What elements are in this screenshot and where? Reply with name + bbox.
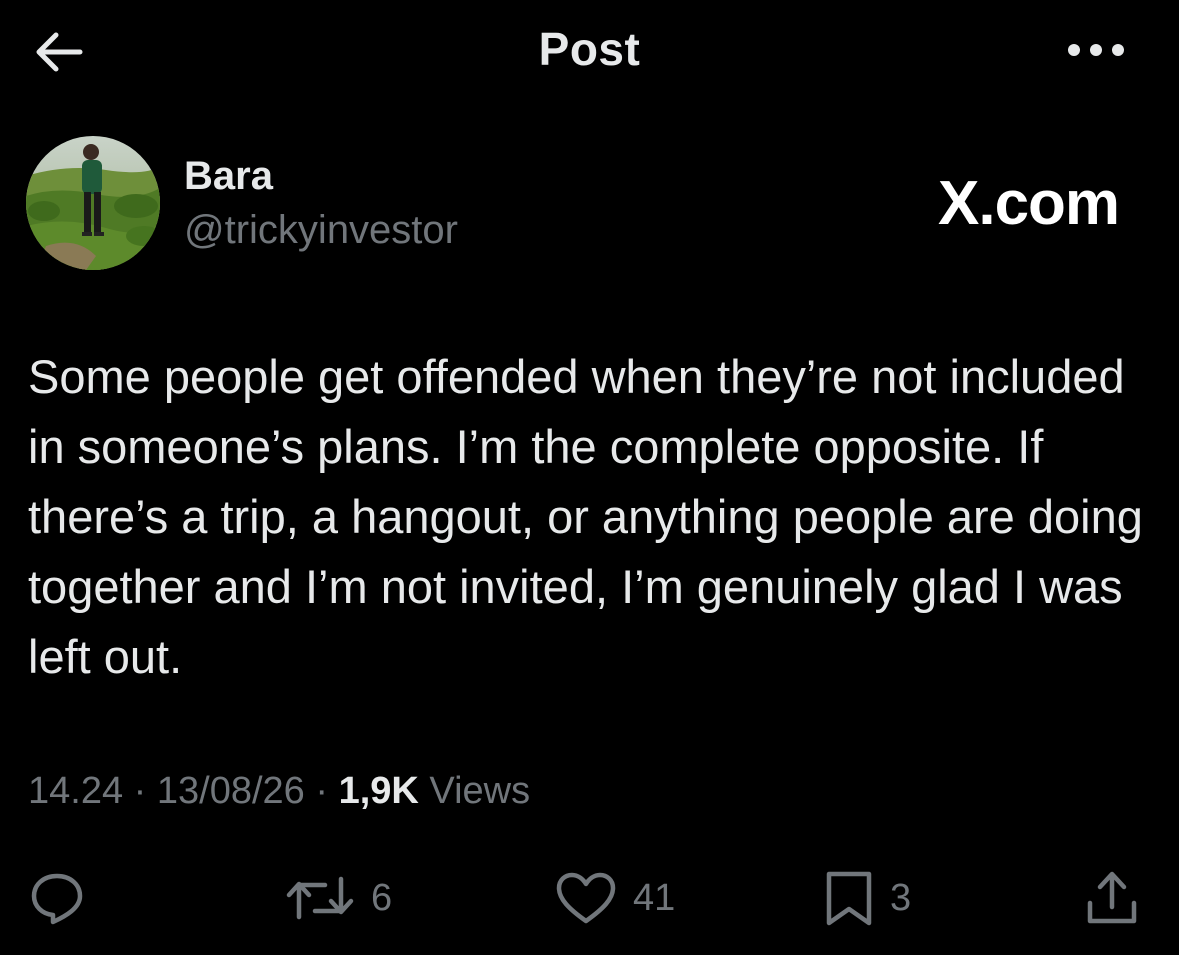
views-count[interactable]: 1,9K (339, 770, 419, 812)
more-horizontal-icon (1068, 44, 1124, 56)
author-handle[interactable]: @trickyinvestor (184, 208, 458, 253)
page-title: Post (538, 23, 641, 75)
post-date: 13/08/26 (156, 770, 305, 812)
like-button[interactable]: 41 (555, 868, 675, 928)
post-time: 14.24 (28, 770, 124, 812)
like-count: 41 (633, 876, 676, 919)
author-display-name[interactable]: Bara (184, 154, 273, 199)
share-icon (1087, 871, 1137, 924)
repost-count: 6 (371, 876, 393, 919)
repost-icon (286, 876, 354, 920)
heart-icon (556, 872, 616, 924)
watermark: X.com (938, 169, 1120, 238)
reply-button[interactable] (28, 868, 86, 928)
meta-separator: · (133, 770, 147, 812)
post-text: Some people get offended when they’re no… (28, 350, 1143, 683)
share-button[interactable] (1084, 868, 1140, 928)
meta-separator: · (315, 770, 329, 812)
bookmark-count: 3 (890, 876, 912, 919)
avatar-photo (26, 136, 160, 270)
top-bar: Post (0, 0, 1179, 100)
reply-icon (31, 873, 83, 925)
repost-button[interactable]: 6 (285, 868, 392, 928)
views-label[interactable]: Views (429, 770, 530, 812)
more-button[interactable] (1060, 26, 1132, 74)
action-bar: 6 41 3 (0, 860, 1179, 932)
post-meta: 14.24 · 13/08/26 · 1,9K Views (28, 770, 530, 813)
bookmark-icon (826, 871, 872, 926)
avatar[interactable] (26, 136, 160, 270)
bookmark-button[interactable]: 3 (824, 868, 911, 928)
